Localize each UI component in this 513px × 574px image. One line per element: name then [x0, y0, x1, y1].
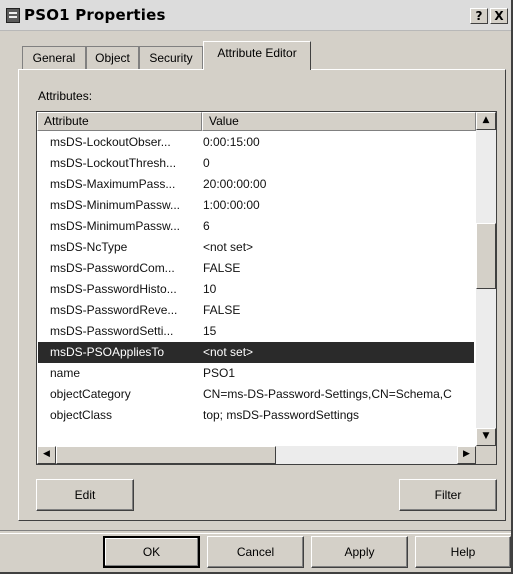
attribute-name-cell: msDS-PasswordHisto... — [50, 282, 177, 296]
table-row[interactable]: objectClass top; msDS-PasswordSettings — [38, 405, 474, 426]
attribute-value-cell: 0:00:15:00 — [203, 135, 260, 149]
attribute-name-cell: msDS-NcType — [50, 240, 128, 254]
attribute-value-cell: 10 — [203, 282, 217, 296]
scrollbar-corner — [476, 446, 496, 464]
horizontal-scrollbar[interactable]: ◀ ▶ — [37, 446, 476, 464]
apply-button[interactable]: Apply — [311, 536, 408, 568]
table-row[interactable]: msDS-PasswordSetti... 15 — [38, 321, 474, 342]
attribute-value-cell: top; msDS-PasswordSettings — [203, 408, 360, 422]
close-icon[interactable]: X — [490, 8, 508, 24]
help-icon[interactable]: ? — [470, 8, 488, 24]
attribute-name-cell: objectCategory — [50, 387, 131, 401]
edit-button[interactable]: Edit — [36, 479, 134, 511]
attribute-name-cell: msDS-MinimumPassw... — [50, 219, 181, 233]
table-row[interactable]: msDS-MinimumPassw... 6 — [38, 216, 474, 237]
dialog-separator — [0, 530, 511, 534]
horizontal-scroll-thumb[interactable] — [56, 446, 276, 464]
scroll-left-icon[interactable]: ◀ — [37, 446, 56, 464]
attribute-name-cell: msDS-PasswordReve... — [50, 303, 178, 317]
attribute-name-cell: msDS-LockoutObser... — [50, 135, 171, 149]
vertical-scroll-thumb[interactable] — [476, 223, 496, 289]
attribute-value-cell: PSO1 — [203, 366, 236, 380]
attribute-name-cell: msDS-PasswordSetti... — [50, 324, 174, 338]
table-row[interactable]: msDS-PasswordCom... FALSE — [38, 258, 474, 279]
attribute-value-cell: <not set> — [203, 345, 254, 359]
filter-button[interactable]: Filter — [399, 479, 497, 511]
attribute-name-cell: msDS-PasswordCom... — [50, 261, 175, 275]
attribute-value-cell: FALSE — [203, 303, 241, 317]
attribute-name-cell: name — [50, 366, 81, 380]
tab-attribute-editor[interactable]: Attribute Editor — [203, 41, 311, 70]
attributes-label: Attributes: — [38, 89, 93, 103]
attribute-value-cell: 0 — [203, 156, 210, 170]
tab-general[interactable]: General — [22, 46, 86, 69]
attribute-value-cell: 20:00:00:00 — [203, 177, 267, 191]
list-header: Attribute Value — [37, 112, 496, 131]
attribute-value-cell: 15 — [203, 324, 217, 338]
table-row[interactable]: objectCategory CN=ms-DS-Password-Settings… — [38, 384, 474, 405]
attribute-value-cell: FALSE — [203, 261, 241, 275]
attribute-value-cell: 6 — [203, 219, 210, 233]
properties-dialog: PSO1 Properties ? X General Object Secur… — [0, 0, 513, 574]
title-bar[interactable]: PSO1 Properties ? X — [0, 0, 511, 31]
scroll-right-icon[interactable]: ▶ — [457, 446, 476, 464]
cancel-button[interactable]: Cancel — [207, 536, 304, 568]
attribute-name-cell: objectClass — [50, 408, 113, 422]
scroll-up-icon[interactable]: ▲ — [476, 112, 496, 130]
attribute-value-cell: 1:00:00:00 — [203, 198, 260, 212]
attribute-name-cell: msDS-PSOAppliesTo — [50, 345, 165, 359]
table-row[interactable]: msDS-LockoutThresh... 0 — [38, 153, 474, 174]
column-header-attribute[interactable]: Attribute — [37, 112, 202, 131]
tab-object[interactable]: Object — [86, 46, 139, 69]
table-row[interactable]: msDS-NcType <not set> — [38, 237, 474, 258]
table-row[interactable]: msDS-MaximumPass... 20:00:00:00 — [38, 174, 474, 195]
attribute-name-cell: msDS-LockoutThresh... — [50, 156, 177, 170]
scroll-down-icon[interactable]: ▼ — [476, 428, 496, 446]
table-row[interactable]: msDS-PSOAppliesTo <not set> — [38, 342, 474, 363]
table-row[interactable]: msDS-PasswordHisto... 10 — [38, 279, 474, 300]
table-row[interactable]: msDS-MinimumPassw... 1:00:00:00 — [38, 195, 474, 216]
attribute-value-cell: CN=ms-DS-Password-Settings,CN=Schema,C — [203, 387, 452, 401]
attribute-name-cell: msDS-MinimumPassw... — [50, 198, 181, 212]
table-row[interactable]: msDS-LockoutObser... 0:00:15:00 — [38, 132, 474, 153]
help-button[interactable]: Help — [415, 536, 511, 568]
window-title: PSO1 Properties — [24, 6, 166, 24]
column-header-value[interactable]: Value — [202, 112, 476, 131]
ok-button[interactable]: OK — [103, 536, 200, 568]
table-row[interactable]: msDS-PasswordReve... FALSE — [38, 300, 474, 321]
attribute-value-cell: <not set> — [203, 240, 254, 254]
vertical-scrollbar[interactable]: ▲ ▼ — [476, 112, 496, 446]
table-row[interactable]: name PSO1 — [38, 363, 474, 384]
tab-security[interactable]: Security — [139, 46, 203, 69]
attributes-list[interactable]: Attribute Value msDS-LockoutObser... 0:00… — [36, 111, 497, 465]
properties-icon — [6, 8, 20, 23]
attribute-name-cell: msDS-MaximumPass... — [50, 177, 176, 191]
